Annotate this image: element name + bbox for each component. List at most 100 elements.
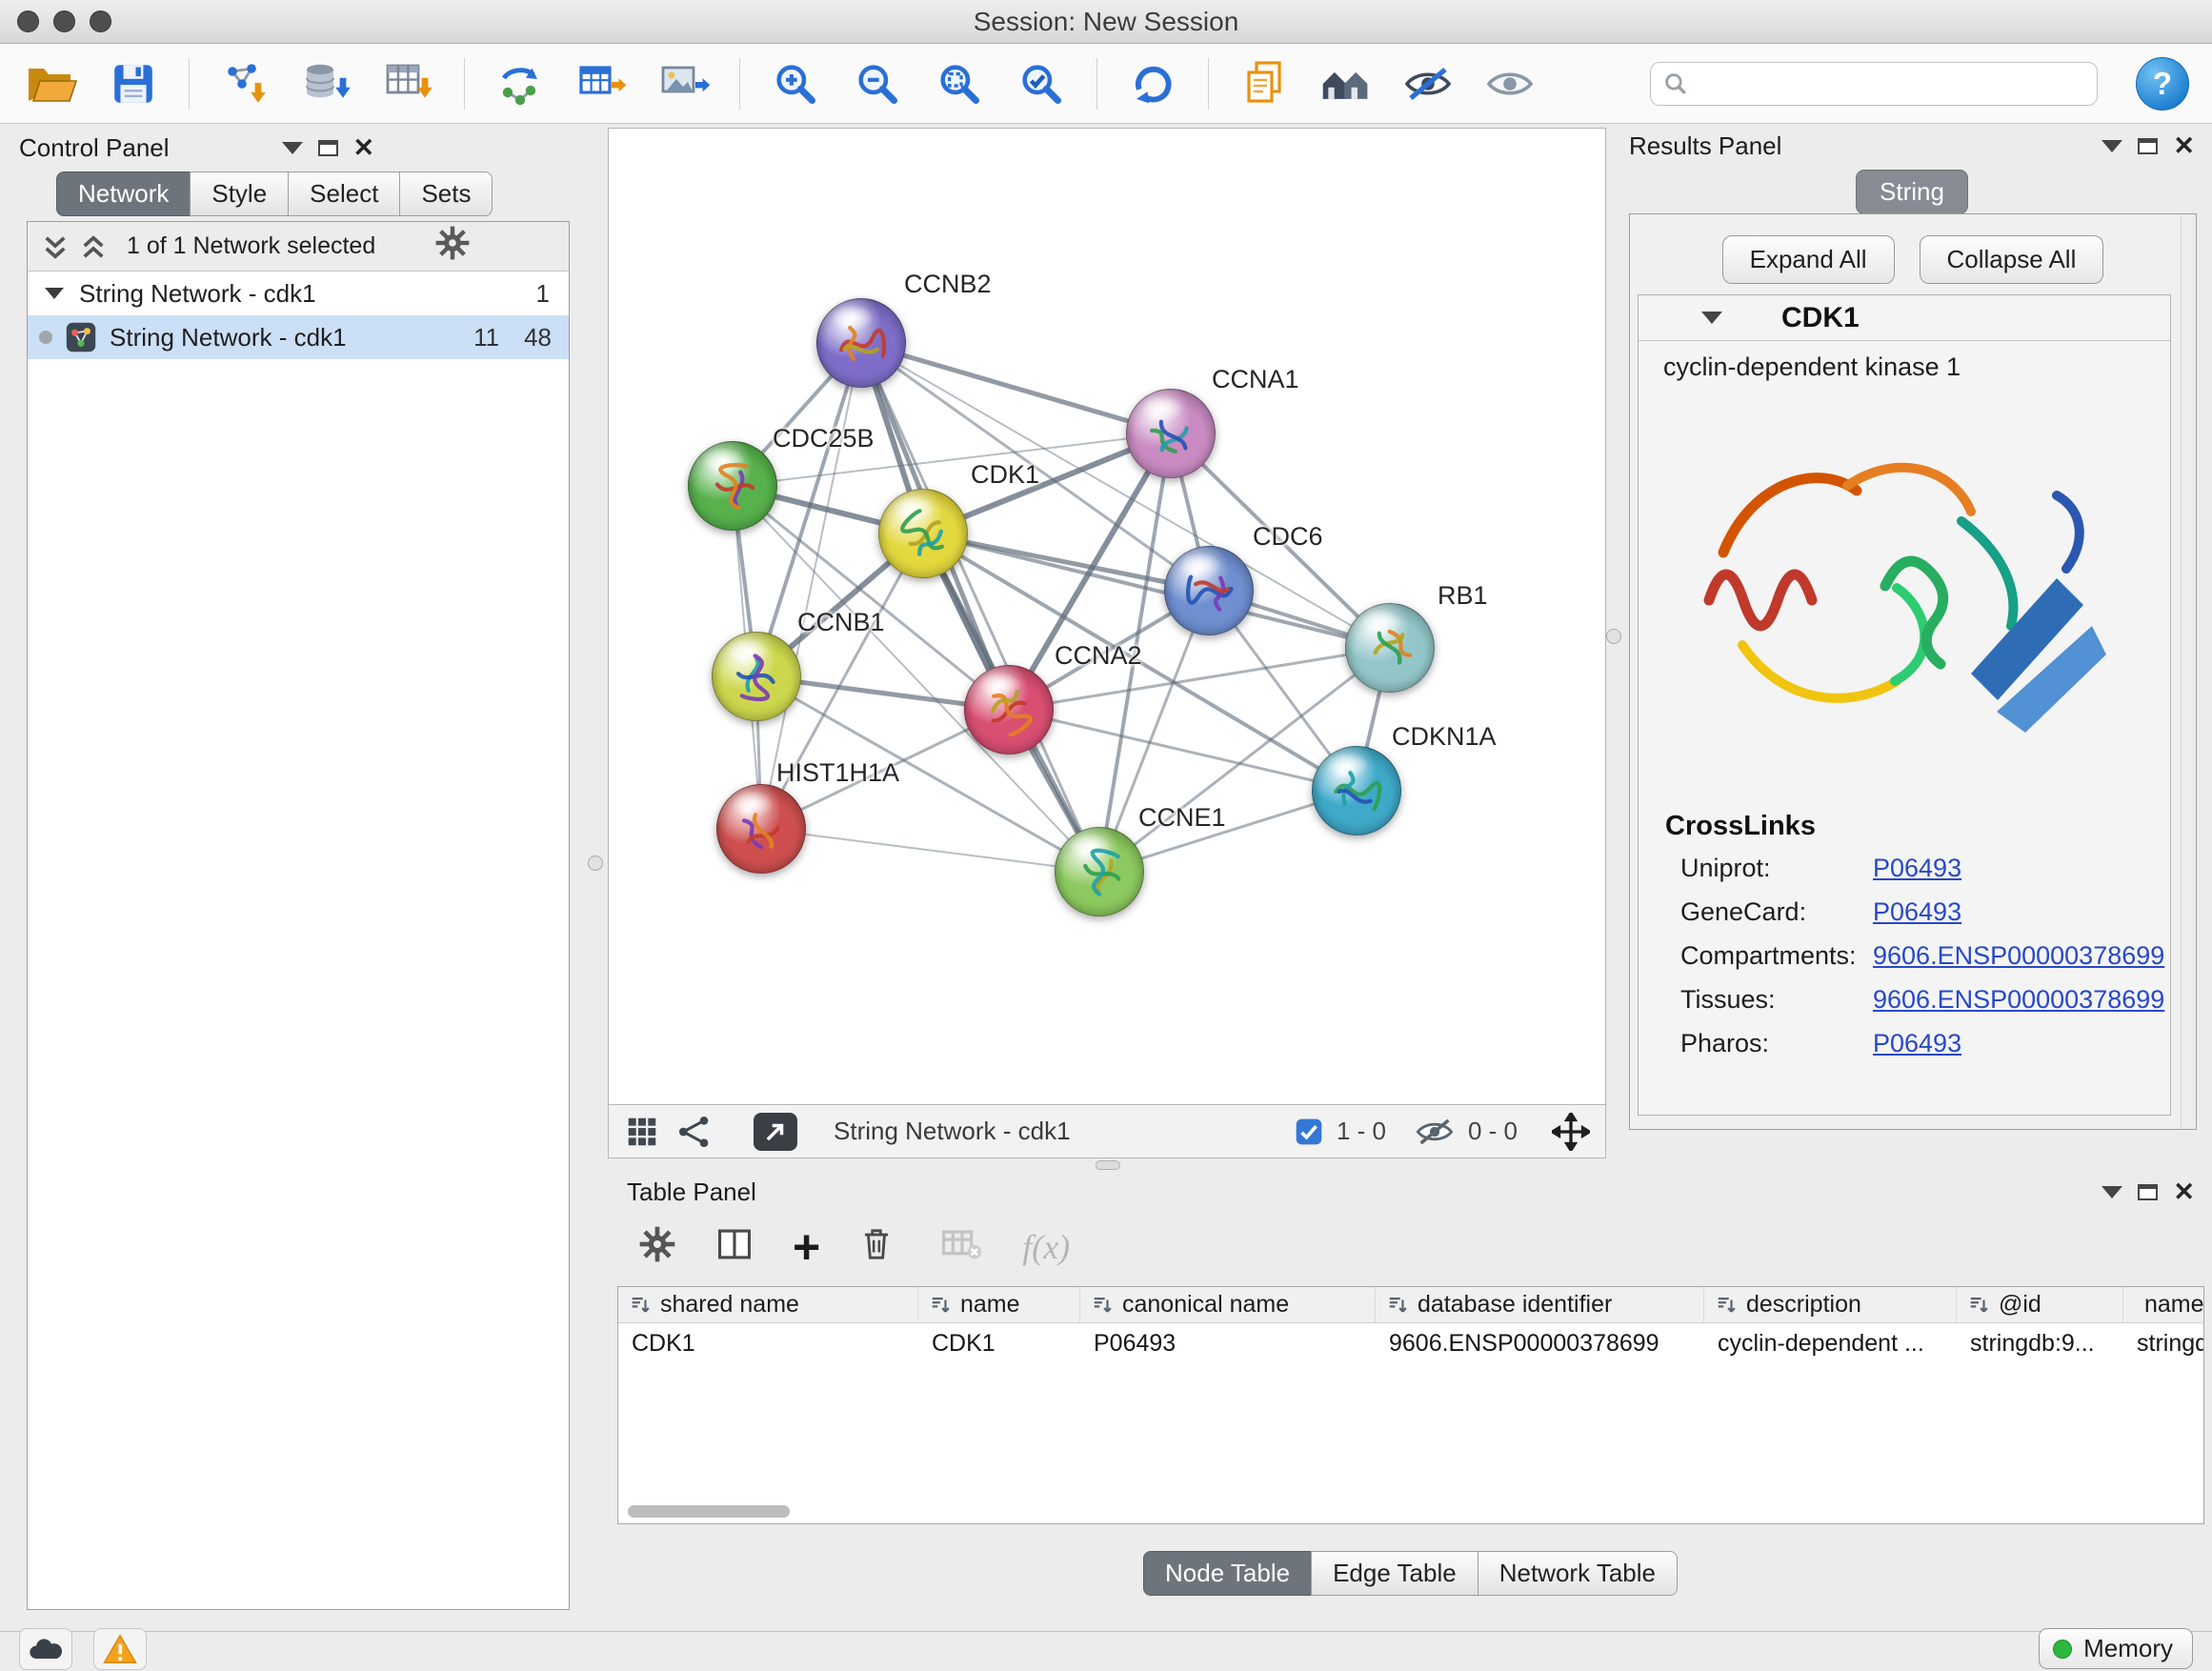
tab-string[interactable]: String [1856, 170, 1968, 214]
warnings-button[interactable] [93, 1628, 147, 1670]
open-session-button[interactable] [17, 53, 86, 114]
table-row[interactable]: CDK1 CDK1 P06493 9606.ENSP00000378699 cy… [618, 1323, 2203, 1363]
share-network-button[interactable] [675, 1113, 714, 1151]
panel-collapse-icon[interactable] [282, 142, 303, 154]
right-splitter-handle[interactable] [1606, 629, 1621, 644]
help-button[interactable]: ? [2136, 57, 2189, 111]
network-node-hist1h1a[interactable] [716, 784, 806, 874]
results-scrollbar[interactable] [2181, 214, 2196, 1129]
network-node-ccnb1[interactable] [712, 632, 801, 721]
zoom-selected-button[interactable] [1007, 53, 1076, 114]
column-header-name[interactable]: name [918, 1287, 1080, 1322]
show-graphics-details-button[interactable] [1476, 53, 1544, 114]
import-network-file-button[interactable] [211, 53, 279, 114]
horizontal-scrollbar[interactable] [628, 1505, 790, 1518]
navigator-button[interactable] [1312, 53, 1380, 114]
function-builder-button[interactable]: f(x) [1022, 1227, 1070, 1267]
column-header-canonical-name[interactable]: canonical name [1080, 1287, 1376, 1322]
zoom-in-button[interactable] [761, 53, 830, 114]
grid-view-button[interactable] [624, 1114, 660, 1150]
network-tree-child-row[interactable]: String Network - cdk1 11 48 [28, 315, 569, 359]
export-table-button[interactable] [568, 53, 636, 114]
column-header-namespace[interactable]: namespace [2123, 1287, 2203, 1322]
cell-shared-name[interactable]: CDK1 [618, 1323, 918, 1363]
network-node-cdk1[interactable] [878, 489, 968, 578]
panel-float-icon[interactable] [2138, 1184, 2158, 1200]
network-node-cdkn1a[interactable] [1312, 746, 1401, 836]
pharos-link[interactable]: P06493 [1873, 1029, 1961, 1058]
compartments-link[interactable]: 9606.ENSP00000378699 [1873, 941, 2164, 971]
network-node-cdc6[interactable] [1164, 546, 1254, 635]
search-input[interactable] [1699, 70, 2085, 97]
cell-database-identifier[interactable]: 9606.ENSP00000378699 [1376, 1323, 1704, 1363]
network-options-button[interactable] [434, 225, 471, 268]
column-header-id[interactable]: @id [1957, 1287, 2123, 1322]
delete-table-button[interactable] [942, 1227, 982, 1268]
panel-close-icon[interactable]: ✕ [2173, 1179, 2195, 1205]
network-node-ccnb2[interactable] [816, 298, 906, 388]
network-node-cdc25b[interactable] [688, 441, 777, 531]
tab-edge-table[interactable]: Edge Table [1311, 1551, 1478, 1596]
uniprot-link[interactable]: P06493 [1873, 854, 1961, 883]
cell-description[interactable]: cyclin-dependent ... [1704, 1323, 1957, 1363]
tree-expander-icon[interactable] [45, 288, 64, 299]
zoom-out-button[interactable] [843, 53, 912, 114]
tab-sets[interactable]: Sets [399, 171, 493, 216]
pan-tool-button[interactable] [1552, 1113, 1590, 1151]
tab-network[interactable]: Network [56, 171, 191, 216]
network-node-ccne1[interactable] [1055, 827, 1144, 916]
cell-id[interactable]: stringdb:9... [1957, 1323, 2123, 1363]
import-network-database-button[interactable] [292, 53, 361, 114]
selected-checkbox-icon[interactable] [1295, 1117, 1323, 1146]
documents-button[interactable] [1230, 53, 1298, 114]
tab-network-table[interactable]: Network Table [1478, 1551, 1678, 1596]
import-table-button[interactable] [374, 53, 443, 114]
apply-preferred-layout-button[interactable] [1118, 53, 1187, 114]
zoom-fit-button[interactable] [925, 53, 994, 114]
panel-collapse-icon[interactable] [2101, 140, 2122, 152]
network-canvas[interactable]: CCNB2CCNA1CDC25BCDK1CDC6RB1CCNB1CCNA2CDK… [608, 128, 1606, 1105]
cell-canonical-name[interactable]: P06493 [1080, 1323, 1376, 1363]
hide-graphics-details-button[interactable] [1394, 53, 1462, 114]
network-node-rb1[interactable] [1345, 603, 1435, 693]
network-from-selection-button[interactable] [486, 53, 554, 114]
cloud-button[interactable] [19, 1628, 72, 1670]
window-zoom-button[interactable] [90, 10, 111, 32]
panel-float-icon[interactable] [318, 140, 338, 156]
table-options-button[interactable] [638, 1225, 676, 1270]
delete-column-button[interactable] [860, 1225, 893, 1270]
left-splitter-handle[interactable] [588, 856, 603, 871]
expand-all-icon[interactable] [81, 232, 106, 261]
cell-namespace[interactable]: stringdb [2123, 1323, 2203, 1363]
column-header-shared-name[interactable]: shared name [618, 1287, 918, 1322]
window-minimize-button[interactable] [53, 10, 75, 32]
export-image-button[interactable] [650, 53, 718, 114]
network-node-ccna2[interactable] [964, 665, 1054, 755]
hidden-eye-slash-icon[interactable] [1415, 1117, 1455, 1147]
collapse-all-button[interactable]: Collapse All [1920, 235, 2104, 284]
card-expander-icon[interactable] [1701, 312, 1722, 324]
protein-card-header[interactable]: CDK1 [1639, 295, 2170, 341]
open-in-window-button[interactable] [754, 1113, 797, 1151]
tab-node-table[interactable]: Node Table [1143, 1551, 1312, 1596]
network-tree-root-row[interactable]: String Network - cdk1 1 [28, 272, 569, 315]
tissues-link[interactable]: 9606.ENSP00000378699 [1873, 985, 2164, 1015]
horizontal-splitter-handle[interactable] [1096, 1160, 1120, 1170]
genecard-link[interactable]: P06493 [1873, 897, 1961, 927]
memory-button[interactable]: Memory [2039, 1628, 2193, 1669]
column-header-database-identifier[interactable]: database identifier [1376, 1287, 1704, 1322]
panel-float-icon[interactable] [2138, 138, 2158, 154]
show-columns-button[interactable] [716, 1228, 753, 1267]
collapse-all-icon[interactable] [43, 232, 68, 261]
tab-style[interactable]: Style [190, 171, 289, 216]
column-header-description[interactable]: description [1704, 1287, 1957, 1322]
expand-all-button[interactable]: Expand All [1722, 235, 1895, 284]
window-close-button[interactable] [17, 10, 39, 32]
save-session-button[interactable] [99, 53, 168, 114]
network-node-ccna1[interactable] [1126, 389, 1216, 478]
panel-close-icon[interactable]: ✕ [353, 135, 375, 161]
panel-collapse-icon[interactable] [2101, 1186, 2122, 1198]
cell-name[interactable]: CDK1 [918, 1323, 1080, 1363]
tab-select[interactable]: Select [288, 171, 400, 216]
panel-close-icon[interactable]: ✕ [2173, 133, 2195, 159]
